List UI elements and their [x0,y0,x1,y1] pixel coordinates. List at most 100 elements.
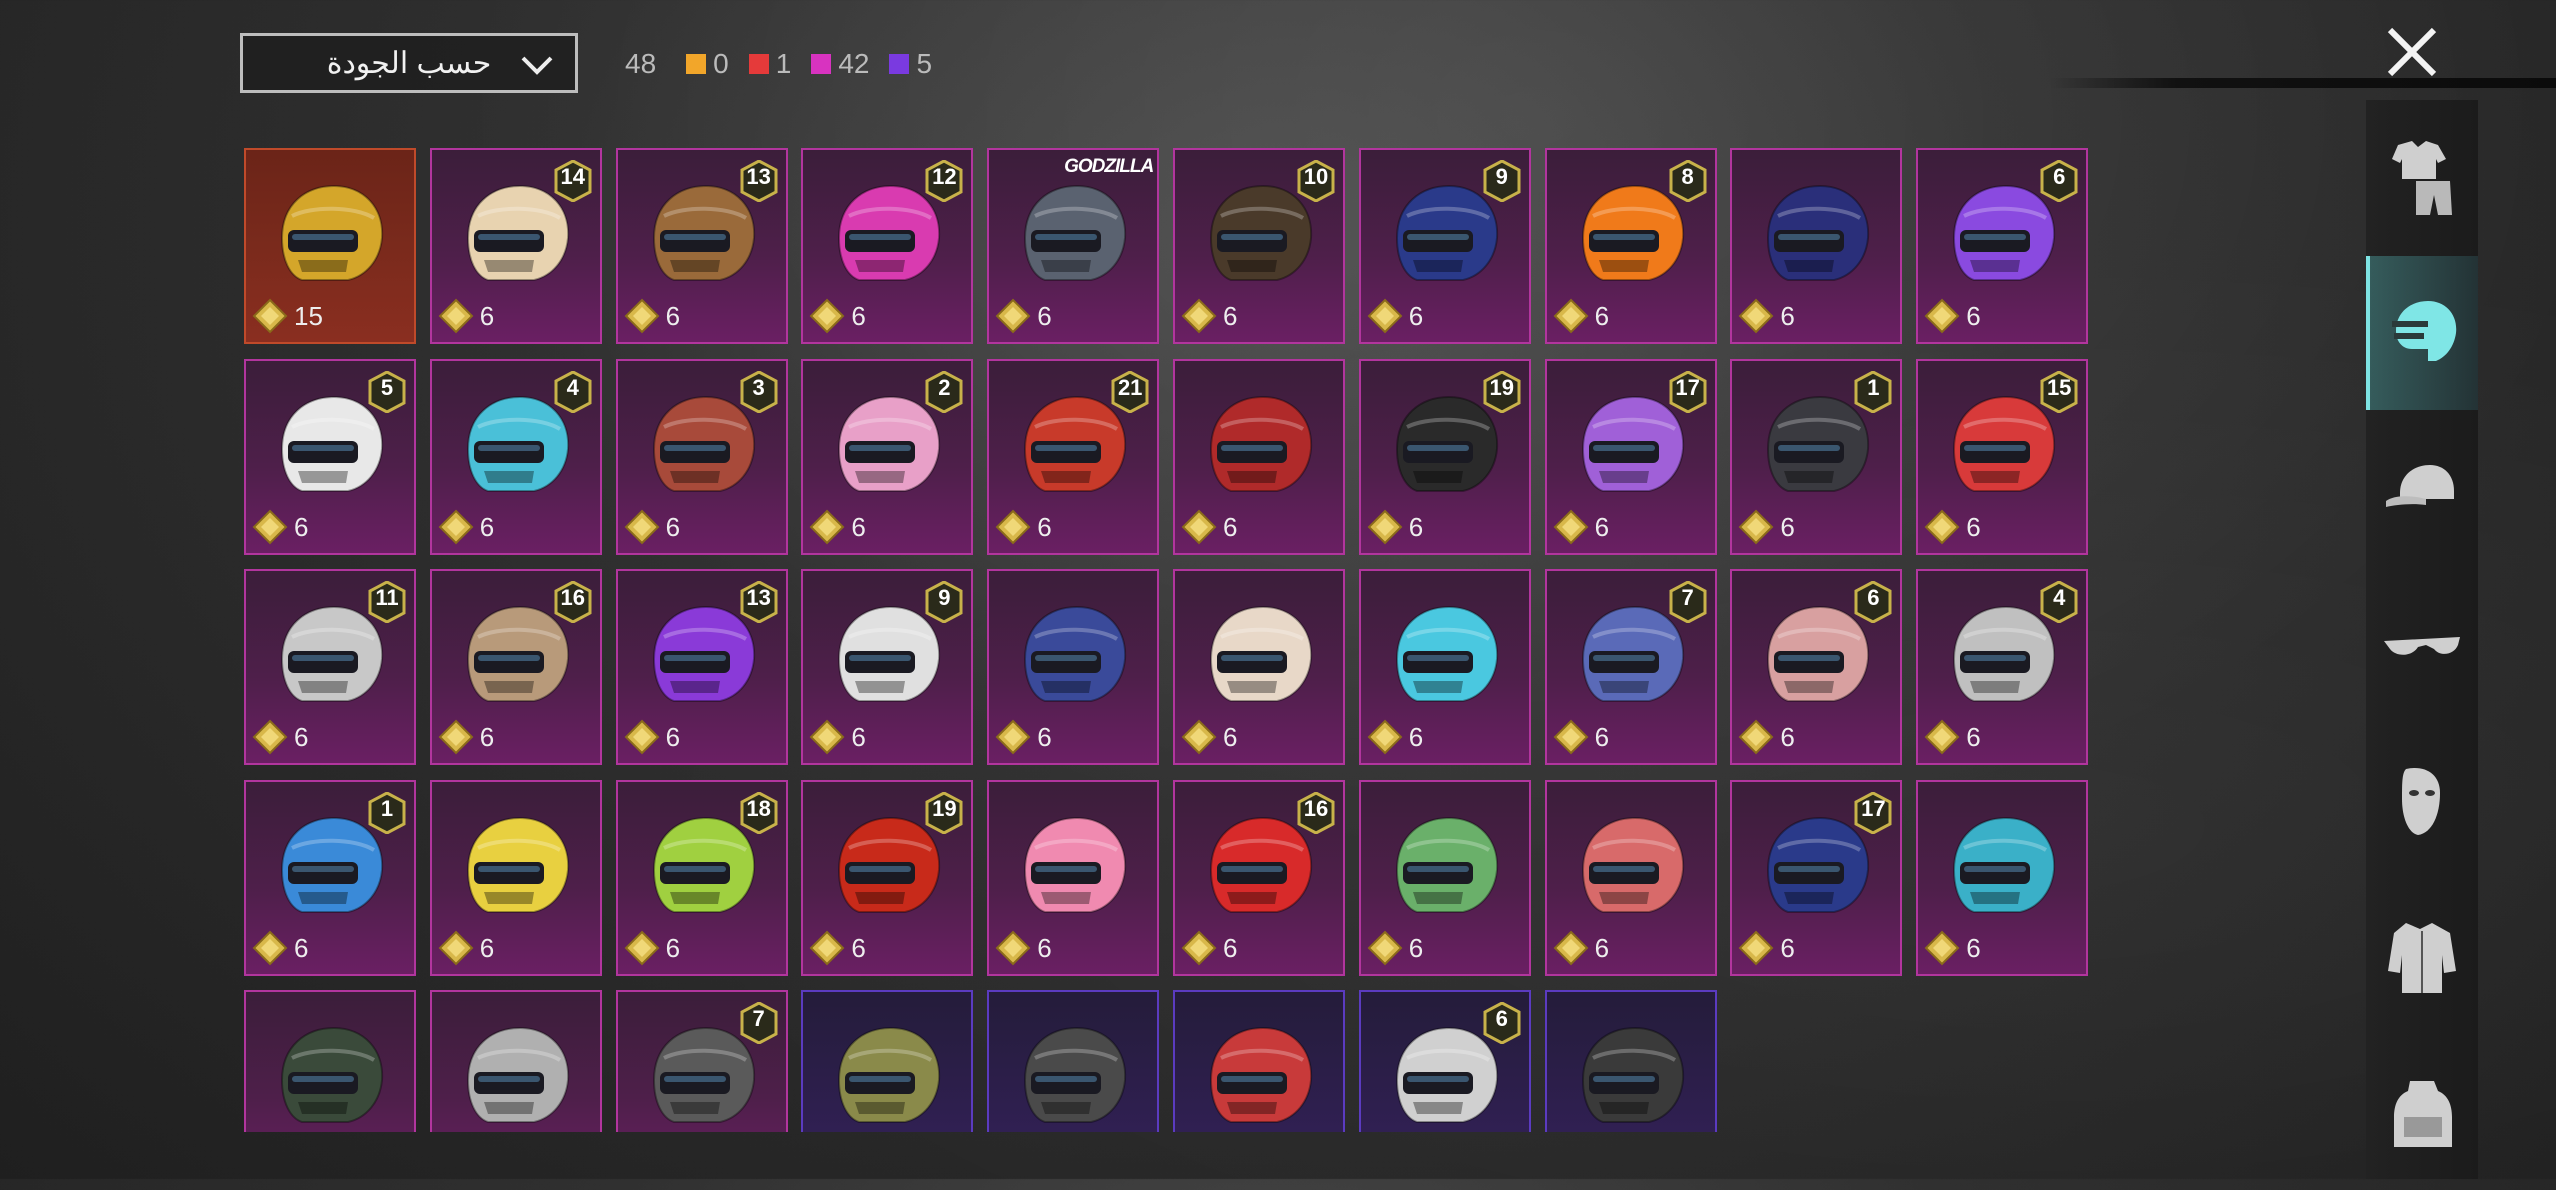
helmet-card[interactable]: 6 [1173,358,1345,555]
helmet-card[interactable]: 15 6 [1916,358,2089,555]
cost-value: 6 [1780,511,1795,542]
sidebar-item-helmet[interactable] [2366,256,2478,410]
helmet-card[interactable] [429,990,602,1132]
helmet-card[interactable]: 12 6 [801,148,974,344]
helmet-card[interactable]: 19 6 [801,779,974,976]
sidebar-item-glasses[interactable] [2366,568,2478,722]
helmet-card[interactable]: 6 [987,779,1160,976]
premium-coin-icon [995,298,1031,334]
helmet-card[interactable] [801,990,974,1132]
helmet-card[interactable] [244,990,416,1132]
helmet-card[interactable]: 6 [1730,148,1903,344]
level-badge-text: 15 [2046,374,2072,400]
rarity-counts: 48 0 1 42 5 [625,44,952,84]
level-badge-text: 18 [746,795,771,821]
helmet-card[interactable]: 6 [1916,779,2089,976]
premium-coin-icon [1924,509,1960,544]
helmet-card[interactable]: 6 [1544,779,1717,976]
premium-coin-icon [809,719,845,755]
helmet-card[interactable]: 18 6 [615,779,788,976]
helmet-card[interactable]: 13 6 [615,148,788,344]
helmet-card[interactable]: GODZILLA 6 [987,148,1160,344]
helmet-card[interactable]: 96 [801,569,974,765]
helmet-card[interactable]: 26 [801,358,974,555]
helmet-card[interactable]: 15 [244,148,416,344]
level-badge-text: 6 [1867,585,1880,610]
helmet-card[interactable]: 6 [429,779,602,976]
helmet-card[interactable]: 17 6 [1544,358,1717,555]
count-pink: 42 [811,48,869,80]
helmet-card[interactable]: 16 [244,779,416,976]
helmet-card[interactable]: 17 6 [1730,779,1903,976]
helmet-card[interactable]: 6 [1173,569,1345,765]
helmet-card[interactable]: 16 6 [429,569,602,765]
sort-dropdown[interactable]: حسب الجودة [240,33,578,93]
sidebar-item-cap[interactable] [2366,412,2478,566]
level-badge-text: 7 [752,1006,765,1031]
helmet-card[interactable]: 66 [1730,569,1903,765]
level-badge-text: 3 [752,374,765,400]
helmet-card[interactable] [1544,990,1717,1132]
helmet-card[interactable]: 46 [429,358,602,555]
helmet-card[interactable]: 6 [987,569,1160,765]
helmet-card[interactable]: 16 [1730,358,1903,555]
helmet-card[interactable]: 21 6 [987,358,1160,555]
cost-value: 6 [1966,511,1981,542]
level-badge-text: 6 [2053,164,2066,189]
helmet-card[interactable]: 46 [1916,569,2089,765]
helmet-icon [1395,605,1498,702]
helmet-icon [1581,816,1684,913]
helmet-card[interactable]: 13 6 [615,569,788,765]
helmet-card[interactable]: 96 [1358,148,1531,344]
level-badge-text: 13 [746,164,771,189]
helmet-card[interactable]: 14 6 [429,148,602,344]
level-badge-text: 4 [566,374,579,400]
cost-value: 6 [1408,722,1424,752]
premium-coin-icon [1553,930,1589,965]
helmet-icon [466,1026,569,1123]
level-badge-text: 16 [1303,795,1329,821]
close-icon[interactable] [2382,22,2442,82]
sidebar-item-jacket[interactable] [2366,880,2478,1034]
premium-coin-icon [995,719,1031,755]
sidebar-item-mask[interactable] [2366,724,2478,878]
helmet-card[interactable]: 86 [1544,148,1717,344]
helmet-card[interactable]: 19 6 [1358,358,1531,555]
level-badge-text: 5 [380,374,394,400]
helmet-card[interactable]: 11 6 [244,569,416,765]
helmet-card[interactable]: 16 6 [1173,779,1345,976]
helmet-card[interactable]: 6 [1358,990,1531,1132]
level-badge-text: 8 [1681,164,1694,189]
helmet-card[interactable]: 10 6 [1173,148,1345,344]
cost-value: 6 [294,932,309,963]
cost-value: 6 [665,722,681,752]
helmet-icon [1209,1026,1313,1123]
helmet-card[interactable]: 66 [1916,148,2089,344]
cost-value: 6 [1594,722,1610,752]
level-badge-text: 7 [1681,585,1694,610]
helmet-card[interactable]: 56 [244,358,416,555]
premium-coin-icon [252,298,288,334]
premium-coin-icon [252,719,288,755]
premium-coin-icon [438,509,474,544]
count-red: 1 [748,48,791,80]
cost-value: 6 [479,932,495,963]
helmet-card[interactable]: 6 [1358,569,1531,765]
helmet-card[interactable]: 36 [615,358,788,555]
cost-value: 6 [1037,511,1052,542]
level-badge-text: 19 [1489,374,1515,400]
sidebar-item-backpack[interactable] [2366,1036,2478,1190]
premium-coin-icon [1738,930,1774,965]
premium-coin-icon [1553,509,1589,544]
premium-coin-icon [1924,930,1960,965]
helmet-card[interactable] [1173,990,1345,1132]
premium-coin-icon [1367,719,1403,755]
helmet-card[interactable]: 7 [615,990,788,1132]
helmet-card[interactable]: 76 [1544,569,1717,765]
premium-coin-icon [809,509,845,544]
cost-value: 6 [294,511,309,542]
sidebar-item-outfit[interactable] [2366,100,2478,254]
helmet-card[interactable]: 6 [1358,779,1531,976]
premium-coin-icon [1738,298,1774,334]
helmet-card[interactable] [987,990,1160,1132]
